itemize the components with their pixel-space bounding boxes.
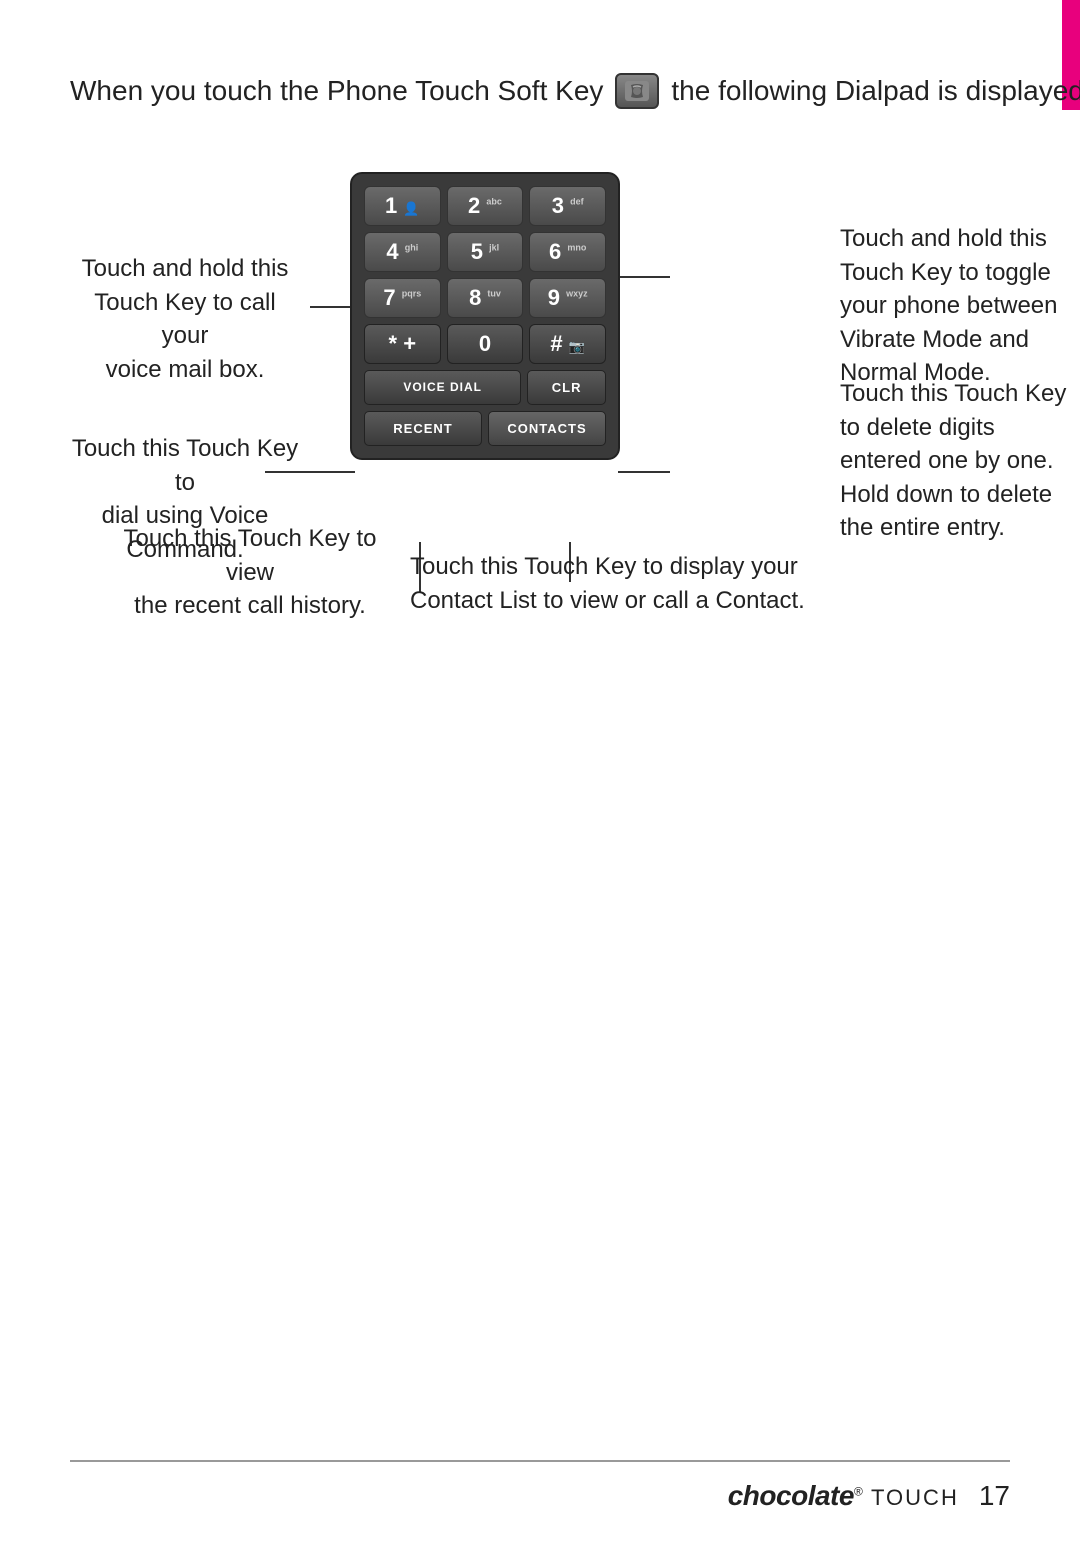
dialpad: 1 👤 2 abc 3 def 4 ghi 5 jkl 6 mno	[350, 172, 620, 460]
annotation-vibrate: Touch and hold this Touch Key to toggle …	[840, 222, 1080, 390]
dial-key-0[interactable]: 0	[447, 324, 524, 364]
page-number: 17	[979, 1480, 1010, 1512]
dial-key-2[interactable]: 2 abc	[447, 186, 524, 226]
phone-soft-key-icon	[615, 73, 659, 109]
dial-key-9[interactable]: 9 wxyz	[529, 278, 606, 318]
dial-key-5[interactable]: 5 jkl	[447, 232, 524, 272]
intro-text-before: When you touch the Phone Touch Soft Key	[70, 70, 603, 112]
dial-key-6[interactable]: 6 mno	[529, 232, 606, 272]
recent-button[interactable]: RECENT	[364, 411, 482, 446]
intro-text-after: the following Dialpad is displayed:	[671, 70, 1080, 112]
contacts-button[interactable]: CONTACTS	[488, 411, 606, 446]
dial-key-1[interactable]: 1 👤	[364, 186, 441, 226]
dial-key-star[interactable]: * +	[364, 324, 441, 364]
annotation-voicemail: Touch and hold this Touch Key to call yo…	[70, 252, 300, 386]
clr-button[interactable]: CLR	[527, 370, 606, 405]
footer: chocolate® TOUCH 17	[70, 1460, 1010, 1512]
intro-paragraph: When you touch the Phone Touch Soft Key …	[70, 70, 1080, 112]
dialpad-special-row: * + 0 # 📷	[364, 324, 606, 364]
annotation-recent: Touch this Touch Key to view the recent …	[100, 522, 400, 623]
dial-key-3[interactable]: 3 def	[529, 186, 606, 226]
voice-dial-button[interactable]: VOICE DIAL	[364, 370, 521, 405]
dialpad-btn-row-2: RECENT CONTACTS	[364, 411, 606, 446]
dial-key-hash[interactable]: # 📷	[529, 324, 606, 364]
brand-name: chocolate® TOUCH	[728, 1480, 959, 1512]
dial-key-8[interactable]: 8 tuv	[447, 278, 524, 318]
dial-key-7[interactable]: 7 pqrs	[364, 278, 441, 318]
annotation-contacts: Touch this Touch Key to display your Con…	[410, 550, 980, 617]
dialpad-btn-row-1: VOICE DIAL CLR	[364, 370, 606, 405]
dialpad-number-grid: 1 👤 2 abc 3 def 4 ghi 5 jkl 6 mno	[364, 186, 606, 318]
dial-key-4[interactable]: 4 ghi	[364, 232, 441, 272]
annotation-clr: Touch this Touch Key to delete digits en…	[840, 377, 1080, 545]
